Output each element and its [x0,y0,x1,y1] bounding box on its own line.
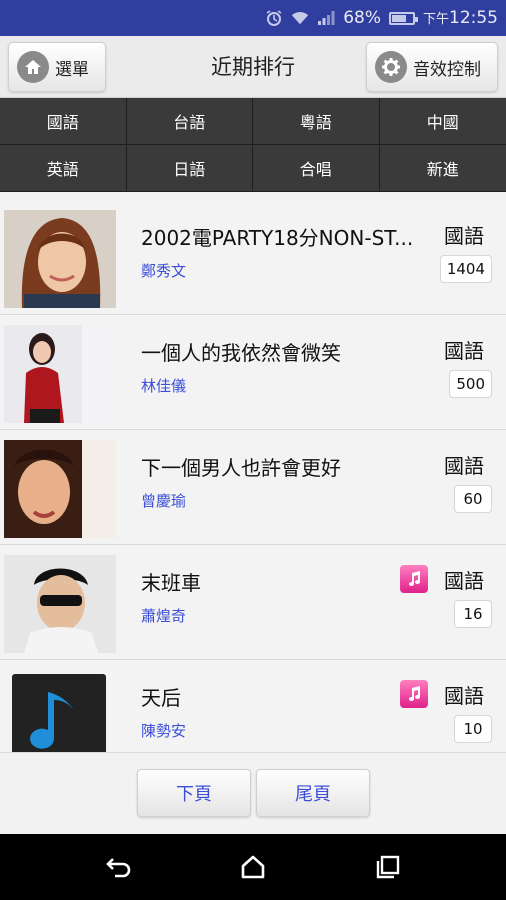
category-taiwanese[interactable]: 台語 [126,98,253,145]
artist-link[interactable]: 曾慶瑜 [141,490,186,511]
music-note-icon [400,680,428,708]
song-language: 國語 [444,339,484,363]
song-row[interactable]: 2002電PARTY18分NON-ST... 鄭秀文 國語 1404 [0,200,506,315]
category-english[interactable]: 英語 [0,145,127,192]
sound-effects-button[interactable]: 音效控制 [366,42,498,92]
battery-fill [391,14,406,22]
last-page-button[interactable]: 尾頁 [256,769,370,817]
song-title: 2002電PARTY18分NON-ST... [141,226,414,250]
category-new[interactable]: 新進 [379,145,506,192]
song-title: 下一個男人也許會更好 [141,456,341,480]
next-page-button[interactable]: 下頁 [137,769,251,817]
song-row[interactable]: 末班車 蕭煌奇 國語 16 [0,545,506,660]
song-title: 天后 [141,686,181,710]
song-row[interactable]: 一個人的我依然會微笑 林佳儀 國語 500 [0,315,506,430]
status-bar: 68% 下午12:55 [0,0,506,36]
song-row[interactable]: 天后 陳勢安 國語 10 [0,660,506,752]
artist-link[interactable]: 蕭煌奇 [141,605,186,626]
clock-time: 12:55 [449,8,498,28]
song-language: 國語 [444,224,484,248]
play-count-badge: 500 [449,370,492,398]
play-count-badge: 1404 [439,255,492,283]
category-duet[interactable]: 合唱 [253,145,380,192]
artist-link[interactable]: 林佳儀 [141,375,186,396]
music-note-icon [400,565,428,593]
album-thumbnail [4,555,116,653]
play-count-badge: 10 [454,715,492,743]
battery-percent: 68% [343,8,381,28]
song-title: 一個人的我依然會微笑 [141,341,341,365]
category-japanese[interactable]: 日語 [126,145,253,192]
battery-icon [388,11,418,25]
gear-icon [375,51,407,83]
category-mandarin[interactable]: 國語 [0,98,127,145]
artist-link[interactable]: 陳勢安 [141,720,186,741]
menu-button-label: 選單 [55,59,89,80]
clock: 下午12:55 [423,8,498,28]
album-thumbnail [4,670,116,752]
category-grid: 國語 台語 粵語 中國 英語 日語 合唱 新進 [0,98,506,192]
play-count-badge: 60 [454,485,492,513]
menu-button[interactable]: 選單 [8,42,106,92]
recents-icon[interactable] [372,851,404,883]
pagination-bar: 下頁 尾頁 [0,752,506,834]
category-china[interactable]: 中國 [379,98,506,145]
category-cantonese[interactable]: 粵語 [253,98,380,145]
album-thumbnail [4,440,116,538]
song-row[interactable]: 下一個男人也許會更好 曾慶瑜 國語 60 [0,430,506,545]
artist-link[interactable]: 鄭秀文 [141,260,186,281]
song-list: 2002電PARTY18分NON-ST... 鄭秀文 國語 1404 一個人的我… [0,200,506,752]
song-language: 國語 [444,684,484,708]
play-count-badge: 16 [454,600,492,628]
sound-effects-label: 音效控制 [413,59,481,80]
home-icon [17,51,49,83]
song-language: 國語 [444,454,484,478]
song-title: 末班車 [141,571,201,595]
album-thumbnail [4,210,116,308]
app-header: 近期排行 選單 音效控制 [0,36,506,98]
album-thumbnail [4,325,116,423]
system-nav-bar [0,834,506,900]
clock-period: 下午 [422,12,449,27]
signal-icon [317,9,335,27]
home-nav-icon[interactable] [237,851,269,883]
wifi-icon [291,9,309,27]
alarm-icon [265,9,283,27]
song-language: 國語 [444,569,484,593]
back-icon[interactable] [103,851,135,883]
